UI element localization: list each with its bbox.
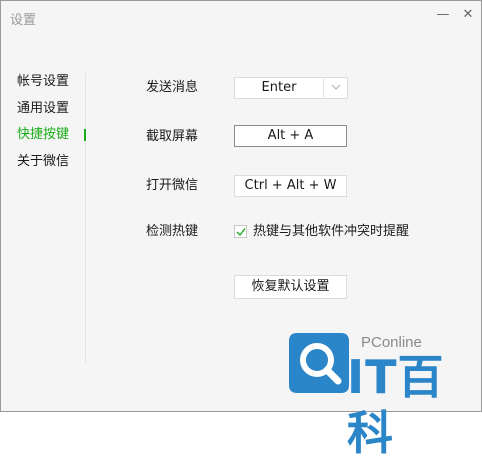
minimize-button[interactable]: — <box>432 5 454 25</box>
open-wechat-hotkey-input[interactable]: Ctrl + Alt + W <box>234 175 347 197</box>
screenshot-hotkey-input[interactable]: Alt + A <box>234 125 347 147</box>
watermark: PConline IT百科 <box>283 323 482 460</box>
open-wechat-label: 打开微信 <box>146 178 199 193</box>
close-button[interactable]: ✕ <box>457 5 479 25</box>
watermark-name: IT百科 <box>347 350 445 460</box>
settings-window: 设置 — ✕ 帐号设置 通用设置 快捷按键 关于微信 发送消息 Enter 截取… <box>0 0 482 460</box>
sidebar-item-general[interactable]: 通用设置 <box>17 100 69 118</box>
check-icon <box>236 228 246 237</box>
screenshot-label: 截取屏幕 <box>146 129 199 144</box>
send-message-label: 发送消息 <box>146 80 199 95</box>
window-title: 设置 <box>10 13 37 28</box>
restore-defaults-button[interactable]: 恢复默认设置 <box>234 275 347 299</box>
sidebar-divider <box>85 73 86 363</box>
send-message-value: Enter <box>261 80 297 95</box>
send-message-select[interactable]: Enter <box>234 77 348 99</box>
search-logo-icon <box>289 333 349 393</box>
chevron-down-icon[interactable] <box>323 78 347 98</box>
sidebar-item-about[interactable]: 关于微信 <box>17 153 69 171</box>
active-indicator <box>84 129 86 141</box>
conflict-alert-checkbox[interactable] <box>234 225 247 238</box>
conflict-alert-label[interactable]: 热键与其他软件冲突时提醒 <box>253 223 409 241</box>
sidebar-item-account[interactable]: 帐号设置 <box>17 73 69 91</box>
hotkey-check-label: 检测热键 <box>146 224 199 239</box>
sidebar-item-shortcuts[interactable]: 快捷按键 <box>17 126 69 144</box>
